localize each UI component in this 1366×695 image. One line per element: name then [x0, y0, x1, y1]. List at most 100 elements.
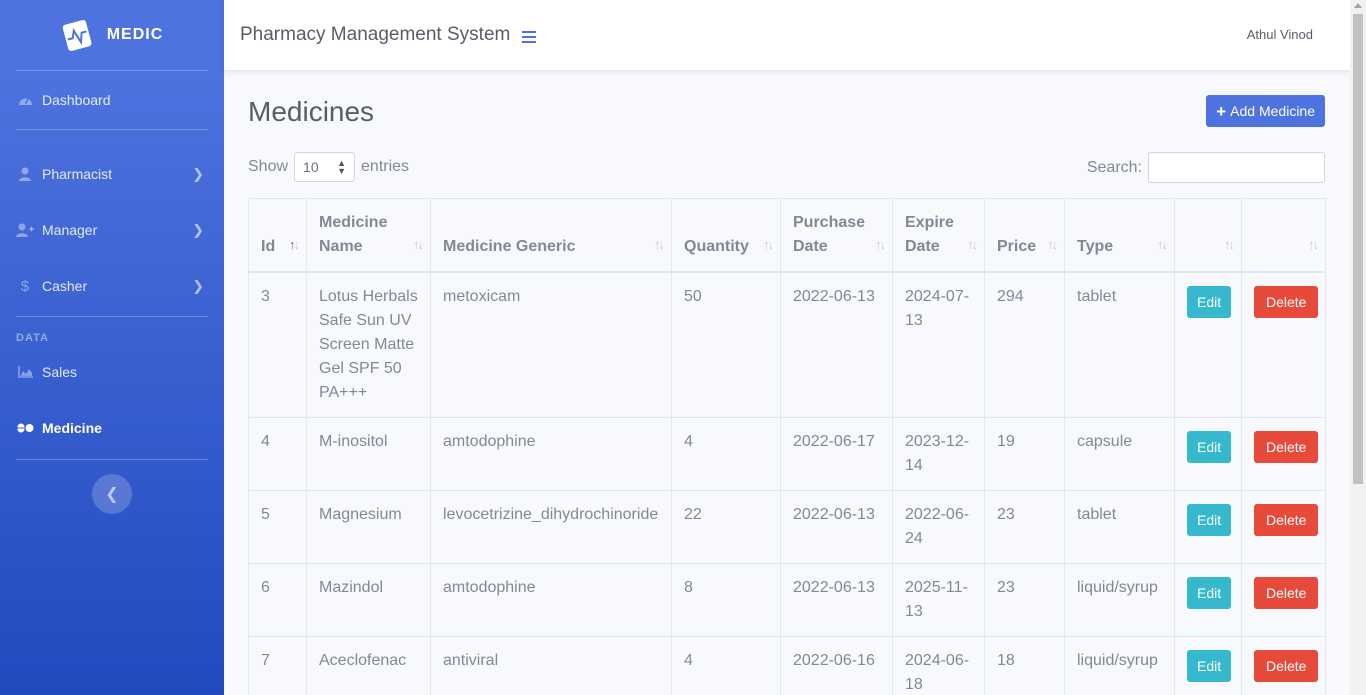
- column-header-label: Medicine Generic: [443, 238, 576, 255]
- table-cell: 18: [984, 636, 1065, 695]
- sidebar-item-label: Dashboard: [42, 92, 111, 108]
- column-header[interactable]: Price ↑↓: [984, 198, 1065, 273]
- scroll-up-icon[interactable]: [1354, 3, 1362, 8]
- column-header[interactable]: Type ↑↓: [1064, 198, 1175, 273]
- search-input[interactable]: [1148, 152, 1325, 183]
- column-header[interactable]: Quantity ↑↓: [671, 198, 781, 273]
- column-header-label: Purchase Date: [793, 214, 866, 255]
- column-header[interactable]: ↑↓: [1174, 198, 1242, 273]
- table-cell: levocetrizine_dihydrochinoride: [430, 490, 672, 564]
- sidebar-item-sales[interactable]: Sales: [0, 347, 224, 397]
- table-cell: 8: [671, 563, 781, 637]
- sort-icon: ↑↓: [1047, 237, 1058, 252]
- table-cell: 23: [984, 563, 1065, 637]
- sidebar-item-medicine[interactable]: Medicine: [0, 397, 224, 459]
- column-header[interactable]: Medicine Generic ↑↓: [430, 198, 672, 273]
- column-header-label: Quantity: [684, 238, 749, 255]
- sidebar-heading: DATA: [16, 332, 49, 344]
- column-header[interactable]: Id ↑↓: [248, 198, 307, 273]
- sidebar-item-label: Pharmacist: [42, 166, 113, 182]
- table-cell: Mazindol: [306, 563, 431, 637]
- table-row: 3 Lotus Herbals Safe Sun UV Screen Matte …: [248, 271, 1326, 418]
- delete-button[interactable]: Delete: [1254, 504, 1319, 536]
- delete-cell: Delete: [1241, 271, 1326, 418]
- sidebar-item-label: Sales: [42, 364, 78, 380]
- user-menu[interactable]: Athul Vinod: [1247, 27, 1313, 42]
- select-caret-icon: ▲ ▼: [337, 158, 347, 176]
- table-cell: 4: [671, 417, 781, 491]
- edit-button[interactable]: Edit: [1187, 577, 1232, 609]
- table-cell: 4: [671, 636, 781, 695]
- edit-button[interactable]: Edit: [1187, 286, 1232, 318]
- sidebar-item-casher[interactable]: $ Casher ❯: [0, 258, 224, 314]
- brand-name: MEDIC: [106, 26, 164, 43]
- column-header-label: Expire Date: [905, 214, 954, 255]
- table-cell: 294: [984, 271, 1065, 418]
- table-header-row: Id ↑↓ Medicine Name ↑↓ Medicine Generic ↑↓ Qua…: [248, 198, 1326, 273]
- delete-button[interactable]: Delete: [1254, 431, 1319, 463]
- edit-cell: Edit: [1174, 636, 1242, 695]
- delete-button[interactable]: Delete: [1254, 286, 1319, 318]
- column-header[interactable]: Purchase Date ↑↓: [780, 198, 893, 273]
- column-header-label: Price: [997, 238, 1037, 255]
- table-cell: amtodophine: [430, 417, 672, 491]
- sort-icon: ↑↓: [1157, 237, 1168, 252]
- sort-icon: ↑↓: [1224, 237, 1235, 252]
- medicines-table: Id ↑↓ Medicine Name ↑↓ Medicine Generic ↑↓ Qua…: [248, 198, 1326, 695]
- edit-cell: Edit: [1174, 417, 1242, 491]
- table-cell: 2022-06-13: [780, 490, 893, 564]
- sort-icon: ↑↓: [289, 237, 300, 252]
- table-cell: Aceclofenac: [306, 636, 431, 695]
- scroll-thumb[interactable]: [1353, 14, 1363, 484]
- column-header-label: Medicine Name: [319, 214, 388, 255]
- sort-icon: ↑↓: [967, 237, 978, 252]
- delete-button[interactable]: Delete: [1254, 650, 1319, 682]
- page-title: Medicines: [248, 96, 375, 127]
- delete-button[interactable]: Delete: [1254, 577, 1319, 609]
- edit-cell: Edit: [1174, 563, 1242, 637]
- table-cell: 23: [984, 490, 1065, 564]
- table-cell: 2024-07-13: [892, 271, 985, 418]
- sidebar-item-pharmacist[interactable]: Pharmacist ❯: [0, 146, 224, 202]
- table-row: 7 Aceclofenac antiviral 4 2022-06-16 2024-06-…: [248, 636, 1326, 695]
- column-header-label: Type: [1077, 238, 1114, 255]
- sort-icon: ↑↓: [654, 237, 665, 252]
- page-length-control: Show 10 ▲ ▼ entries: [248, 152, 409, 182]
- table-cell: 7: [248, 636, 307, 695]
- table-cell: 2024-06-18: [892, 636, 985, 695]
- table-cell: 6: [248, 563, 307, 637]
- table-cell: 2023-12-14: [892, 417, 985, 491]
- brand[interactable]: MEDIC: [0, 0, 224, 70]
- sidebar-item-manager[interactable]: Manager ❯: [0, 202, 224, 258]
- table-row: 4 M-inositol amtodophine 4 2022-06-17 2023-12…: [248, 417, 1326, 491]
- dollar-icon: $: [20, 277, 30, 295]
- area-chart-icon: [16, 365, 34, 379]
- edit-button[interactable]: Edit: [1187, 431, 1232, 463]
- plus-icon: +: [1216, 101, 1227, 121]
- sort-icon: ↑↓: [413, 237, 424, 252]
- hamburger-menu-icon[interactable]: [522, 31, 537, 43]
- table-cell: 50: [671, 271, 781, 418]
- search-label: Search:: [1086, 158, 1142, 176]
- table-cell: 2022-06-24: [892, 490, 985, 564]
- column-header[interactable]: ↑↓: [1241, 198, 1326, 273]
- sidebar-item-label: Medicine: [42, 420, 102, 436]
- edit-button[interactable]: Edit: [1187, 504, 1232, 536]
- chevron-right-icon: ❯: [192, 221, 204, 238]
- add-medicine-button[interactable]: + Add Medicine: [1206, 95, 1325, 127]
- search-control: Search:: [1087, 152, 1325, 183]
- table-cell: 2022-06-16: [780, 636, 893, 695]
- edit-button[interactable]: Edit: [1187, 650, 1232, 682]
- delete-cell: Delete: [1241, 417, 1326, 491]
- table-cell: tablet: [1064, 490, 1175, 564]
- logo-icon: [62, 20, 92, 51]
- scrollbar[interactable]: [1350, 0, 1366, 695]
- sidebar-item-dashboard[interactable]: Dashboard: [0, 71, 224, 129]
- tachometer-icon: [16, 93, 34, 107]
- page-length-select[interactable]: 10 ▲ ▼: [294, 152, 356, 182]
- column-header[interactable]: Medicine Name ↑↓: [306, 198, 431, 273]
- sidebar-toggle-button[interactable]: ❮: [92, 474, 132, 514]
- table-cell: Magnesium: [306, 490, 431, 564]
- column-header[interactable]: Expire Date ↑↓: [892, 198, 985, 273]
- add-medicine-label: Add Medicine: [1230, 103, 1315, 119]
